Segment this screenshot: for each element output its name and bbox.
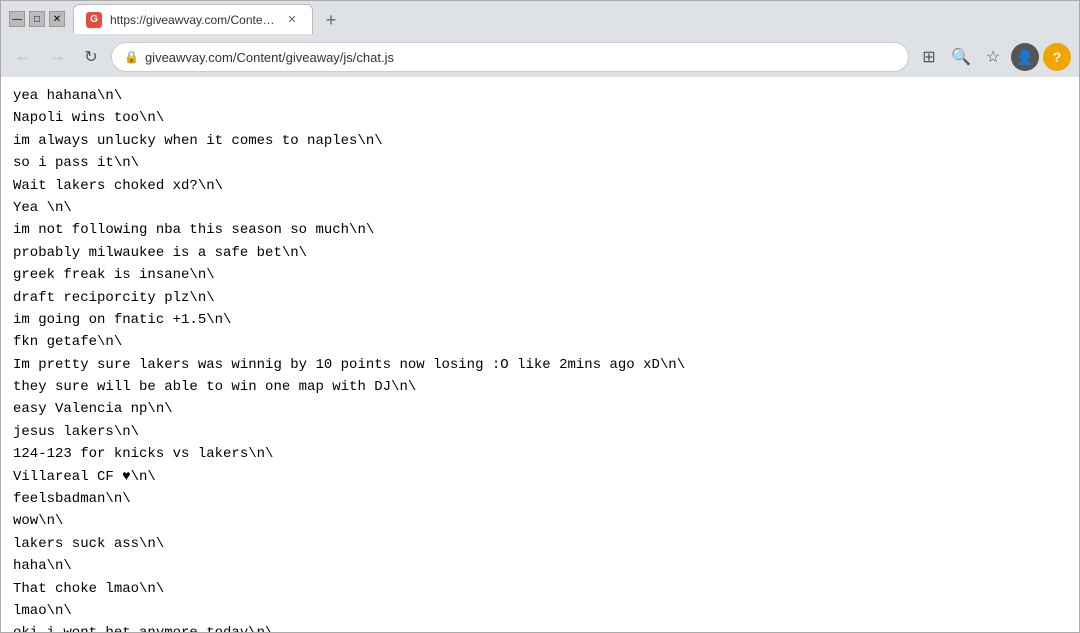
- maximize-button[interactable]: □: [29, 11, 45, 27]
- close-button[interactable]: ✕: [49, 11, 65, 27]
- chat-line: Yea \n\: [13, 197, 1067, 219]
- chat-line: lmao\n\: [13, 600, 1067, 622]
- browser-content: yea hahana\n\Napoli wins too\n\im always…: [1, 77, 1079, 632]
- translate-button[interactable]: ⊞: [915, 43, 943, 71]
- chat-line: Napoli wins too\n\: [13, 107, 1067, 129]
- chat-line: im always unlucky when it comes to naple…: [13, 130, 1067, 152]
- chat-line: 124-123 for knicks vs lakers\n\: [13, 443, 1067, 465]
- chat-line: haha\n\: [13, 555, 1067, 577]
- chat-line: greek freak is insane\n\: [13, 264, 1067, 286]
- tab-close-button[interactable]: ✕: [284, 12, 300, 28]
- chat-line: oki i wont bet anymore today\n\: [13, 622, 1067, 632]
- tabs-area: G https://giveawvay.com/Content/c ✕ +: [69, 4, 1071, 34]
- chat-line: yea hahana\n\: [13, 85, 1067, 107]
- active-tab[interactable]: G https://giveawvay.com/Content/c ✕: [73, 4, 313, 34]
- chat-line: fkn getafe\n\: [13, 331, 1067, 353]
- profile-button[interactable]: 👤: [1011, 43, 1039, 71]
- chat-line: so i pass it\n\: [13, 152, 1067, 174]
- address-bar: ← → ↻ 🔒 giveawvay.com/Content/giveaway/j…: [1, 37, 1079, 77]
- browser-window: — □ ✕ G https://giveawvay.com/Content/c …: [0, 0, 1080, 633]
- forward-button[interactable]: →: [43, 43, 71, 71]
- chat-line: im not following nba this season so much…: [13, 219, 1067, 241]
- tab-title: https://giveawvay.com/Content/c: [110, 13, 276, 27]
- chat-line: wow\n\: [13, 510, 1067, 532]
- chat-line: im going on fnatic +1.5\n\: [13, 309, 1067, 331]
- chat-line: feelsbadman\n\: [13, 488, 1067, 510]
- url-text: giveawvay.com/Content/giveaway/js/chat.j…: [145, 50, 896, 65]
- chat-line: lakers suck ass\n\: [13, 533, 1067, 555]
- window-controls: — □ ✕: [9, 11, 65, 27]
- chat-line: easy Valencia np\n\: [13, 398, 1067, 420]
- chat-line: Villareal CF ♥\n\: [13, 466, 1067, 488]
- tab-favicon: G: [86, 12, 102, 28]
- back-button[interactable]: ←: [9, 43, 37, 71]
- toolbar-icons: ⊞ 🔍 ☆ 👤 ?: [915, 43, 1071, 71]
- new-tab-button[interactable]: +: [317, 6, 345, 34]
- chat-line: jesus lakers\n\: [13, 421, 1067, 443]
- url-bar[interactable]: 🔒 giveawvay.com/Content/giveaway/js/chat…: [111, 42, 909, 72]
- chat-line: That choke lmao\n\: [13, 578, 1067, 600]
- search-button[interactable]: 🔍: [947, 43, 975, 71]
- bookmark-button[interactable]: ☆: [979, 43, 1007, 71]
- lock-icon: 🔒: [124, 50, 139, 64]
- chat-line: Im pretty sure lakers was winnig by 10 p…: [13, 354, 1067, 376]
- title-bar: — □ ✕ G https://giveawvay.com/Content/c …: [1, 1, 1079, 37]
- chat-line: they sure will be able to win one map wi…: [13, 376, 1067, 398]
- chat-line: draft reciporcity plz\n\: [13, 287, 1067, 309]
- chat-content[interactable]: yea hahana\n\Napoli wins too\n\im always…: [1, 77, 1079, 632]
- refresh-button[interactable]: ↻: [77, 43, 105, 71]
- chat-line: Wait lakers choked xd?\n\: [13, 175, 1067, 197]
- chat-line: probably milwaukee is a safe bet\n\: [13, 242, 1067, 264]
- minimize-button[interactable]: —: [9, 11, 25, 27]
- help-button[interactable]: ?: [1043, 43, 1071, 71]
